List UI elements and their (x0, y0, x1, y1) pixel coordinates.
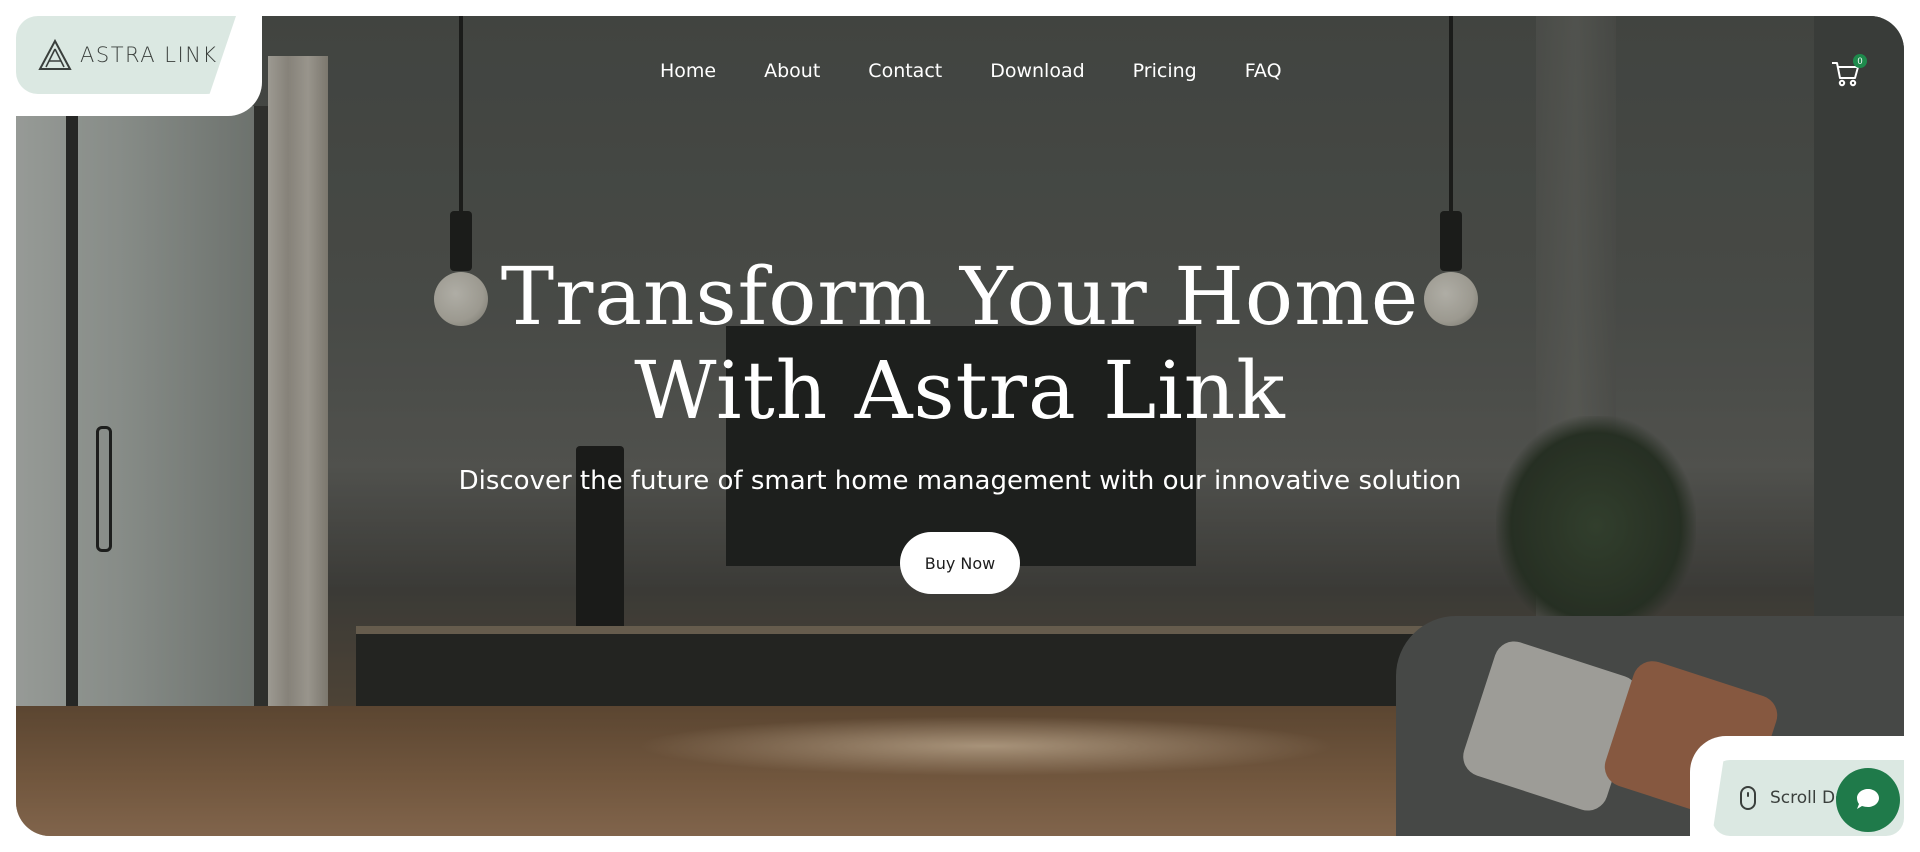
mouse-icon (1740, 786, 1756, 810)
nav-pricing[interactable]: Pricing (1133, 60, 1197, 82)
chat-button[interactable] (1836, 768, 1900, 832)
hero-title-line1: Transform Your Home (500, 250, 1420, 343)
hero-title-line2: With Astra Link (634, 344, 1286, 437)
main-nav: Home About Contact Download Pricing FAQ (660, 60, 1282, 82)
nav-about[interactable]: About (764, 60, 820, 82)
astra-logo-icon (38, 39, 72, 70)
chat-icon (1857, 789, 1879, 809)
buy-now-button[interactable]: Buy Now (900, 532, 1020, 594)
nav-contact[interactable]: Contact (868, 60, 942, 82)
brand-name: ASTRA LINK (80, 43, 218, 67)
cart-count-badge: 0 (1853, 54, 1867, 68)
hero-title: Transform Your Home With Astra Link (0, 250, 1920, 438)
brand-logo[interactable]: ASTRA LINK (16, 16, 236, 94)
hero-subtitle: Discover the future of smart home manage… (458, 466, 1462, 496)
nav-home[interactable]: Home (660, 60, 716, 82)
nav-download[interactable]: Download (990, 60, 1084, 82)
nav-faq[interactable]: FAQ (1245, 60, 1282, 82)
